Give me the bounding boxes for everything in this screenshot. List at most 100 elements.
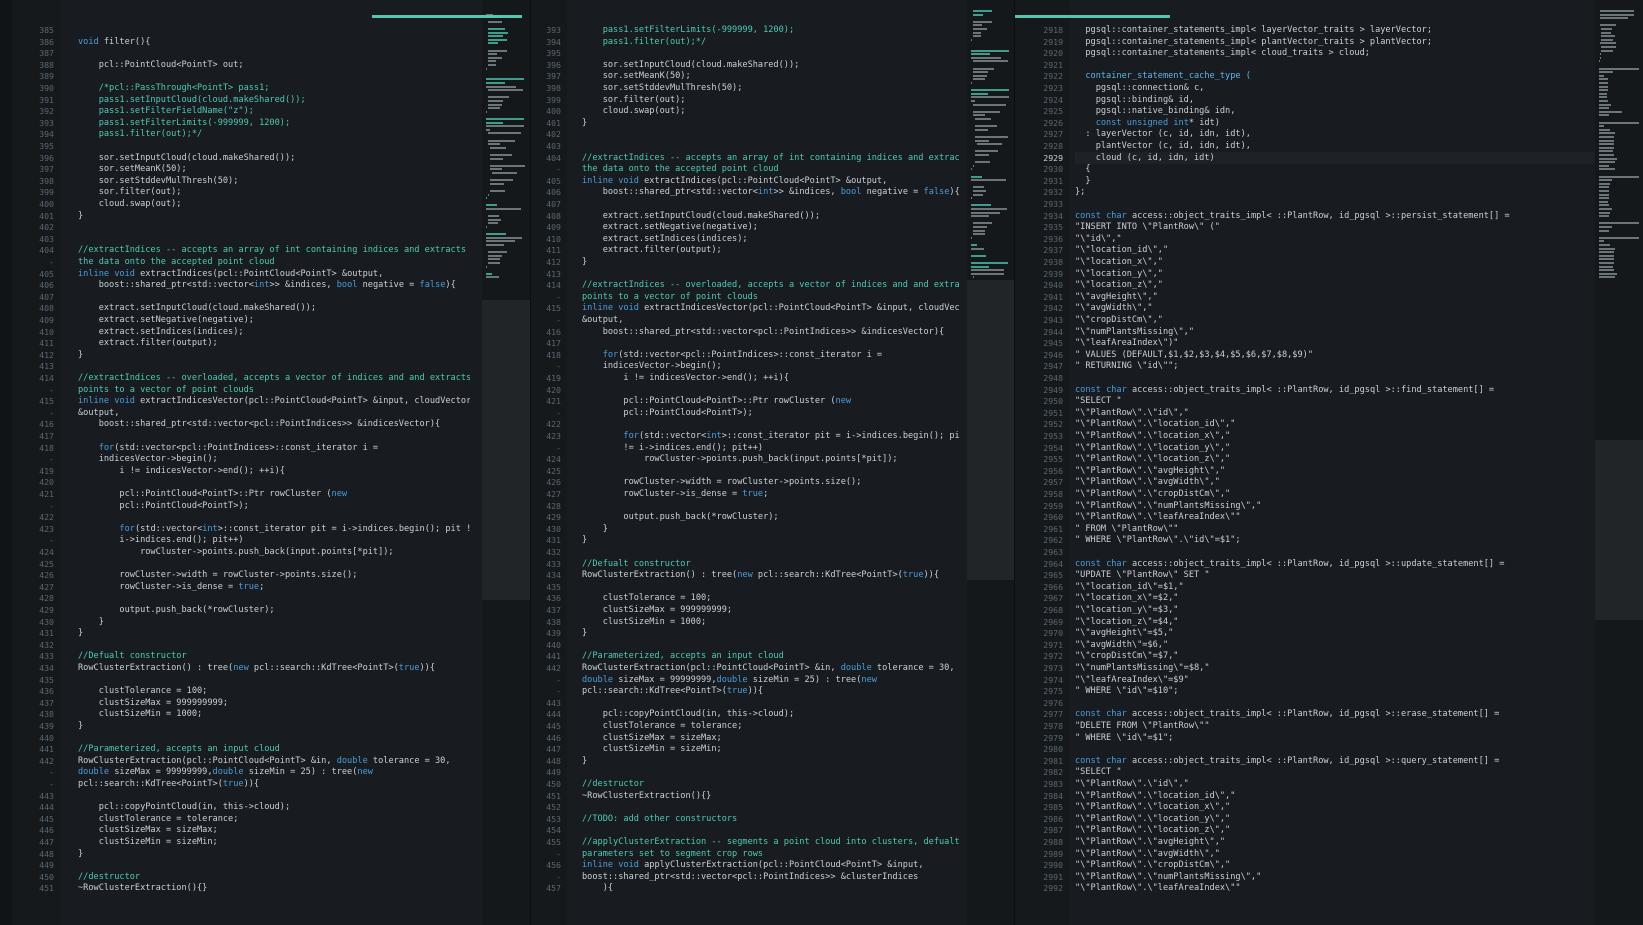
code-area[interactable]: void filter(){ pcl::PointCloud<PointT> o… [78, 0, 470, 925]
code-line[interactable]: rowCluster->width = rowCluster->points.s… [582, 476, 960, 488]
code-line[interactable]: "\"PlantRow\".\"location_z\"," [1075, 453, 1595, 465]
code-line[interactable]: const char access::object_traits_impl< :… [1075, 384, 1595, 396]
code-line[interactable] [78, 140, 470, 152]
code-line[interactable]: clustTolerance = 100; [582, 592, 960, 604]
code-line[interactable]: clustTolerance = tolerance; [582, 720, 960, 732]
code-line[interactable]: "\"PlantRow\".\"location_x\"," [1075, 430, 1595, 442]
code-line[interactable]: "\"PlantRow\".\"leafAreaIndex\"" [1075, 511, 1595, 523]
code-line[interactable]: "\"leafAreaIndex\"=$9" [1075, 674, 1595, 686]
code-line[interactable]: sor.filter(out); [78, 186, 470, 198]
code-line[interactable]: container_statement_cache_type ( [1075, 70, 1595, 82]
code-line[interactable]: &output, [582, 314, 960, 326]
code-line[interactable]: != i->indices.end(); pit++) [582, 442, 960, 454]
code-line[interactable]: "\"avgWidth\"," [1075, 302, 1595, 314]
code-line[interactable]: "\"PlantRow\".\"avgWidth\"," [1075, 848, 1595, 860]
code-line[interactable] [78, 221, 470, 233]
code-line[interactable]: } [78, 627, 470, 639]
code-line[interactable]: inline void extractIndices(pcl::PointClo… [582, 175, 960, 187]
code-line[interactable]: inline void extractIndicesVector(pcl::Po… [78, 395, 470, 407]
code-line[interactable]: pgsql::connection& c, [1075, 82, 1595, 94]
code-line[interactable]: //Defualt constructor [78, 650, 470, 662]
code-line[interactable]: } [78, 848, 470, 860]
code-line[interactable]: "\"PlantRow\".\"avgHeight\"," [1075, 465, 1595, 477]
code-line[interactable]: "UPDATE \"PlantRow\" SET " [1075, 569, 1595, 581]
code-line[interactable]: }; [1075, 186, 1595, 198]
code-line[interactable]: "\"PlantRow\".\"location_id\"," [1075, 790, 1595, 802]
code-line[interactable]: //TODO: add other constructors [582, 813, 960, 825]
code-line[interactable]: ~RowClusterExtraction(){} [78, 882, 470, 894]
code-line[interactable]: the data onto the accepted point cloud [582, 163, 960, 175]
code-line[interactable]: sor.filter(out); [582, 94, 960, 106]
code-line[interactable]: clustSizeMax = 999999999; [78, 697, 470, 709]
code-line[interactable] [582, 337, 960, 349]
code-line[interactable] [78, 732, 470, 744]
code-line[interactable] [582, 801, 960, 813]
code-line[interactable]: output.push_back(*rowCluster); [78, 604, 470, 616]
code-line[interactable]: "\"numPlantsMissing\"," [1075, 326, 1595, 338]
code-line[interactable]: } [78, 616, 470, 628]
code-line[interactable]: inline void extractIndicesVector(pcl::Po… [582, 302, 960, 314]
code-line[interactable]: //destructor [78, 871, 470, 883]
code-line[interactable]: "\"PlantRow\".\"cropDistCm\"," [1075, 488, 1595, 500]
code-line[interactable]: //applyClusterExtraction -- segments a p… [582, 836, 960, 848]
code-line[interactable] [1075, 198, 1595, 210]
code-line[interactable]: "\"location_id\"," [1075, 244, 1595, 256]
code-line[interactable]: RowClusterExtraction(pcl::PointCloud<Poi… [582, 662, 960, 674]
editor-pane-right[interactable]: 2918 2919 2920 2921 2922 2923 2924 2925 2926 2927… [1015, 0, 1643, 925]
editor-pane-left[interactable]: 385 386 387 388 389 390 391 392 393 394 395 396 397 3… [12, 0, 530, 925]
code-line[interactable]: "\"PlantRow\".\"location_z\"," [1075, 824, 1595, 836]
code-line[interactable]: "\"PlantRow\".\"avgHeight\"," [1075, 836, 1595, 848]
code-line[interactable]: "\"location_y\"," [1075, 268, 1595, 280]
code-line[interactable] [78, 558, 470, 570]
code-line[interactable] [582, 824, 960, 836]
minimap[interactable] [1595, 0, 1643, 925]
code-line[interactable]: "INSERT INTO \"PlantRow\" (" [1075, 221, 1595, 233]
code-line[interactable] [1075, 743, 1595, 755]
code-line[interactable] [582, 418, 960, 430]
code-line[interactable]: clustTolerance = tolerance; [78, 813, 470, 825]
code-line[interactable]: sor.setInputCloud(cloud.makeShared()); [78, 152, 470, 164]
code-line[interactable]: " RETURNING \"id\""; [1075, 360, 1595, 372]
code-line[interactable] [78, 790, 470, 802]
code-line[interactable]: rowCluster->width = rowCluster->points.s… [78, 569, 470, 581]
code-line[interactable]: const unsigned int* idt) [1075, 117, 1595, 129]
code-line[interactable]: i->indices.end(); pit++) [78, 534, 470, 546]
code-line[interactable]: the data onto the accepted point cloud [78, 256, 470, 268]
code-line[interactable]: RowClusterExtraction(pcl::PointCloud<Poi… [78, 755, 470, 767]
code-line[interactable]: for(std::vector<int>::const_iterator pit… [78, 523, 470, 535]
code-line[interactable]: plantVector (c, id, idn, idt), [1075, 140, 1595, 152]
minimap[interactable] [482, 0, 530, 925]
code-line[interactable] [582, 766, 960, 778]
code-line[interactable]: boost::shared_ptr<std::vector<pcl::Point… [582, 871, 960, 883]
code-line[interactable]: pass1.setFilterLimits(-999999, 1200); [582, 24, 960, 36]
code-line[interactable]: sor.setMeanK(50); [582, 70, 960, 82]
code-line[interactable]: inline void extractIndices(pcl::PointClo… [78, 268, 470, 280]
code-line[interactable]: clustSizeMin = sizeMin; [582, 743, 960, 755]
code-line[interactable]: pass1.setInputCloud(cloud.makeShared()); [78, 94, 470, 106]
code-line[interactable]: //extractIndices -- overloaded, accepts … [78, 372, 470, 384]
code-line[interactable]: for(std::vector<pcl::PointIndices>::cons… [582, 349, 960, 361]
code-line[interactable]: "SELECT " [1075, 766, 1595, 778]
code-line[interactable]: boost::shared_ptr<std::vector<int>> &ind… [78, 279, 470, 291]
code-line[interactable]: " FROM \"PlantRow\"" [1075, 523, 1595, 535]
code-line[interactable] [78, 24, 470, 36]
code-line[interactable]: boost::shared_ptr<std::vector<pcl::Point… [582, 326, 960, 338]
code-line[interactable] [582, 639, 960, 651]
code-line[interactable]: const char access::object_traits_impl< :… [1075, 210, 1595, 222]
code-line[interactable] [1075, 59, 1595, 71]
code-line[interactable]: const char access::object_traits_impl< :… [1075, 708, 1595, 720]
code-line[interactable]: pgsql::binding& id, [1075, 94, 1595, 106]
code-area[interactable]: pass1.setFilterLimits(-999999, 1200); pa… [582, 0, 960, 925]
code-line[interactable]: "\"location_z\"," [1075, 279, 1595, 291]
code-line[interactable] [78, 476, 470, 488]
code-line[interactable]: pass1.setFilterFieldName("z"); [78, 105, 470, 117]
code-line[interactable]: } [582, 256, 960, 268]
code-line[interactable]: "\"avgWidth\"=$6," [1075, 639, 1595, 651]
code-line[interactable]: "\"PlantRow\".\"location_y\"," [1075, 813, 1595, 825]
code-line[interactable]: "\"PlantRow\".\"location_y\"," [1075, 442, 1595, 454]
code-line[interactable] [582, 546, 960, 558]
code-line[interactable]: indicesVector->begin(); [78, 453, 470, 465]
code-line[interactable] [582, 697, 960, 709]
code-area[interactable]: pgsql::container_statements_impl< layerV… [1075, 0, 1595, 925]
code-line[interactable] [78, 511, 470, 523]
